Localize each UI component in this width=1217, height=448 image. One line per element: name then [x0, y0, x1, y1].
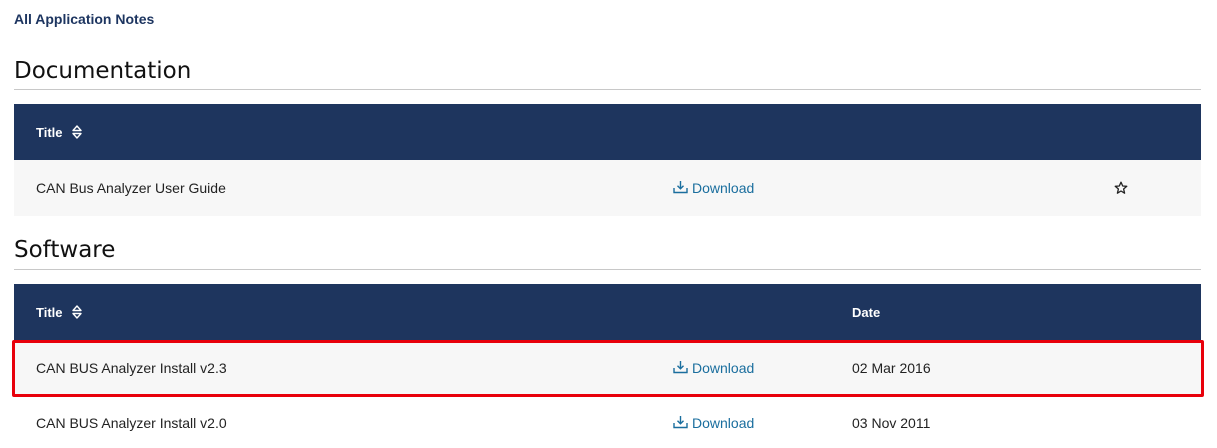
star-icon[interactable] — [1114, 181, 1128, 195]
download-link[interactable]: Download — [673, 360, 754, 377]
software-title: CAN BUS Analyzer Install v2.0 — [36, 415, 227, 431]
download-label: Download — [692, 360, 755, 376]
software-table-header: Title Date — [14, 284, 1201, 340]
download-label: Download — [692, 180, 755, 196]
software-heading: Software — [14, 237, 116, 263]
all-application-notes-link[interactable]: All Application Notes — [14, 11, 154, 27]
software-divider — [14, 269, 1201, 270]
documentation-heading: Documentation — [14, 58, 192, 84]
release-date: 02 Mar 2016 — [852, 360, 931, 376]
document-title: CAN Bus Analyzer User Guide — [36, 180, 226, 196]
download-icon — [673, 180, 692, 197]
documentation-title-column-header[interactable]: Title — [36, 104, 82, 160]
documentation-table-header: Title — [14, 104, 1201, 160]
software-title-column-header[interactable]: Title — [36, 284, 82, 340]
download-label: Download — [692, 415, 755, 431]
download-link[interactable]: Download — [673, 180, 754, 197]
downloads-page: All Application Notes Documentation Titl… — [0, 0, 1217, 448]
table-row: CAN Bus Analyzer User Guide Download — [14, 160, 1201, 216]
download-icon — [673, 360, 692, 377]
table-row: CAN BUS Analyzer Install v2.3 Download 0… — [14, 340, 1201, 396]
documentation-divider — [14, 89, 1201, 90]
column-header-label: Title — [36, 304, 63, 320]
sort-icon[interactable] — [71, 125, 82, 139]
release-date: 03 Nov 2011 — [852, 415, 931, 431]
software-date-column-header: Date — [852, 304, 881, 320]
software-title: CAN BUS Analyzer Install v2.3 — [36, 360, 227, 376]
download-link[interactable]: Download — [673, 415, 754, 432]
table-row: CAN BUS Analyzer Install v2.0 Download 0… — [14, 395, 1201, 448]
column-header-label: Title — [36, 124, 63, 140]
download-icon — [673, 415, 692, 432]
sort-icon[interactable] — [71, 305, 82, 319]
